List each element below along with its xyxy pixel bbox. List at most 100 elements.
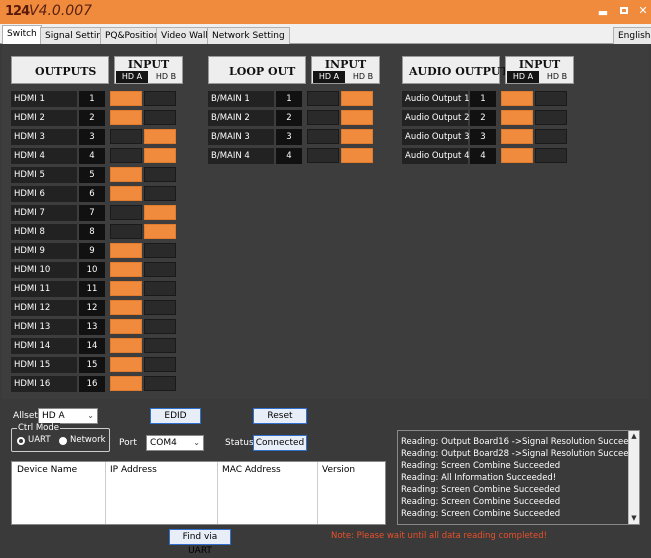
output-cell-hd-a[interactable] <box>110 243 142 258</box>
version-header: Version <box>322 465 356 475</box>
output-number: 16 <box>79 376 105 392</box>
output-cell-hd-a[interactable] <box>110 110 142 125</box>
port-label: Port <box>119 438 137 448</box>
output-cell-hd-a[interactable] <box>110 129 142 144</box>
output-cell-hd-a[interactable] <box>110 338 142 353</box>
audio-output-cell-hd-a[interactable] <box>501 129 533 144</box>
audio-output-label: Audio Output 3 <box>402 129 470 145</box>
hd-a-label: HD A <box>116 71 148 83</box>
network-radio[interactable] <box>59 437 67 445</box>
output-cell-hd-b[interactable] <box>144 91 176 106</box>
uart-label: UART <box>28 435 51 445</box>
output-cell-hd-b[interactable] <box>144 186 176 201</box>
tab-video-wall[interactable]: Video Wall <box>156 27 213 44</box>
audio-output-cell-hd-a[interactable] <box>501 148 533 163</box>
output-cell-hd-a[interactable] <box>110 205 142 220</box>
uart-radio[interactable] <box>17 437 25 445</box>
loop-out-cell-hd-b[interactable] <box>341 148 373 163</box>
output-cell-hd-b[interactable] <box>144 338 176 353</box>
loop-out-cell-hd-a[interactable] <box>307 110 339 125</box>
output-cell-hd-a[interactable] <box>110 186 142 201</box>
output-cell-hd-b[interactable] <box>144 129 176 144</box>
output-cell-hd-a[interactable] <box>110 167 142 182</box>
audio-output-label: Audio Output 2 <box>402 110 470 126</box>
output-cell-hd-a[interactable] <box>110 91 142 106</box>
output-cell-hd-b[interactable] <box>144 110 176 125</box>
log-panel[interactable]: Reading: Output Board16 ->Signal Resolut… <box>397 430 640 525</box>
allset-select[interactable]: HD A ⌄ <box>38 408 98 424</box>
output-cell-hd-a[interactable] <box>110 281 142 296</box>
audio-output-cell-hd-a[interactable] <box>501 91 533 106</box>
log-line: Reading: Output Board28 ->Signal Resolut… <box>401 449 640 459</box>
output-cell-hd-a[interactable] <box>110 376 142 391</box>
output-cell-hd-b[interactable] <box>144 243 176 258</box>
output-label: HDMI 14 <box>11 338 77 354</box>
hd-b-label: HD B <box>150 71 182 83</box>
output-cell-hd-b[interactable] <box>144 167 176 182</box>
output-cell-hd-b[interactable] <box>144 319 176 334</box>
output-cell-hd-a[interactable] <box>110 262 142 277</box>
loop-out-label: B/MAIN 2 <box>208 110 274 126</box>
output-label: HDMI 9 <box>11 243 77 259</box>
language-button[interactable]: English <box>613 27 651 44</box>
output-label: HDMI 10 <box>11 262 77 278</box>
tab-switch[interactable]: Switch <box>2 25 42 44</box>
output-cell-hd-b[interactable] <box>144 300 176 315</box>
log-scrollbar[interactable]: ▲ ▼ <box>628 431 639 524</box>
output-label: HDMI 2 <box>11 110 77 126</box>
device-table[interactable]: Device Name IP Address MAC Address Versi… <box>11 461 386 525</box>
output-cell-hd-a[interactable] <box>110 319 142 334</box>
output-cell-hd-b[interactable] <box>144 262 176 277</box>
log-line: Reading: Screen Combine Succeeded <box>401 509 561 519</box>
audio-output-cell-hd-b[interactable] <box>535 91 567 106</box>
output-cell-hd-a[interactable] <box>110 357 142 372</box>
output-cell-hd-b[interactable] <box>144 281 176 296</box>
find-via-uart-button[interactable]: Find via UART <box>169 529 231 556</box>
audio-output-label: Audio Output 4 <box>402 148 470 164</box>
audio-output-cell-hd-b[interactable] <box>535 129 567 144</box>
scroll-up-icon[interactable]: ▲ <box>629 431 639 442</box>
output-cell-hd-b[interactable] <box>144 224 176 239</box>
edid-button[interactable]: EDID <box>150 408 201 424</box>
output-number: 5 <box>79 167 105 183</box>
output-cell-hd-a[interactable] <box>110 148 142 163</box>
reset-button[interactable]: Reset <box>253 408 307 424</box>
output-label: HDMI 8 <box>11 224 77 240</box>
close-icon[interactable]: ✕ <box>636 4 650 18</box>
scroll-down-icon[interactable]: ▼ <box>629 513 639 524</box>
loop-out-cell-hd-a[interactable] <box>307 148 339 163</box>
port-select[interactable]: COM4 ⌄ <box>146 435 204 451</box>
note-text: Note: Please wait until all data reading… <box>331 531 548 541</box>
ctrl-mode-group: Ctrl Mode UART Network <box>11 423 110 452</box>
output-cell-hd-a[interactable] <box>110 224 142 239</box>
audio-output-number: 3 <box>470 129 496 145</box>
output-number: 2 <box>79 110 105 126</box>
loop-out-header: LOOP OUT <box>208 56 306 84</box>
output-number: 1 <box>79 91 105 107</box>
output-number: 12 <box>79 300 105 316</box>
loop-out-cell-hd-a[interactable] <box>307 91 339 106</box>
output-cell-hd-b[interactable] <box>144 376 176 391</box>
output-number: 15 <box>79 357 105 373</box>
title-bar: 124 V4.0.007 ▬ ✕ <box>0 0 651 24</box>
ip-address-header: IP Address <box>110 465 157 475</box>
tab-network-setting[interactable]: Network Setting <box>207 27 290 44</box>
loop-out-cell-hd-a[interactable] <box>307 129 339 144</box>
maximize-icon[interactable] <box>617 4 631 18</box>
minimize-icon[interactable]: ▬ <box>596 6 610 20</box>
output-cell-hd-b[interactable] <box>144 205 176 220</box>
loop-out-cell-hd-b[interactable] <box>341 110 373 125</box>
output-cell-hd-b[interactable] <box>144 148 176 163</box>
log-line: Reading: Output Board16 ->Signal Resolut… <box>401 437 640 447</box>
loop-out-cell-hd-b[interactable] <box>341 129 373 144</box>
output-number: 14 <box>79 338 105 354</box>
audio-output-number: 4 <box>470 148 496 164</box>
audio-output-cell-hd-a[interactable] <box>501 110 533 125</box>
audio-output-cell-hd-b[interactable] <box>535 110 567 125</box>
audio-output-cell-hd-b[interactable] <box>535 148 567 163</box>
app-logo: 124 <box>5 4 30 19</box>
tab-pq-position[interactable]: PQ&Position <box>100 27 165 44</box>
loop-out-cell-hd-b[interactable] <box>341 91 373 106</box>
output-cell-hd-a[interactable] <box>110 300 142 315</box>
output-cell-hd-b[interactable] <box>144 357 176 372</box>
